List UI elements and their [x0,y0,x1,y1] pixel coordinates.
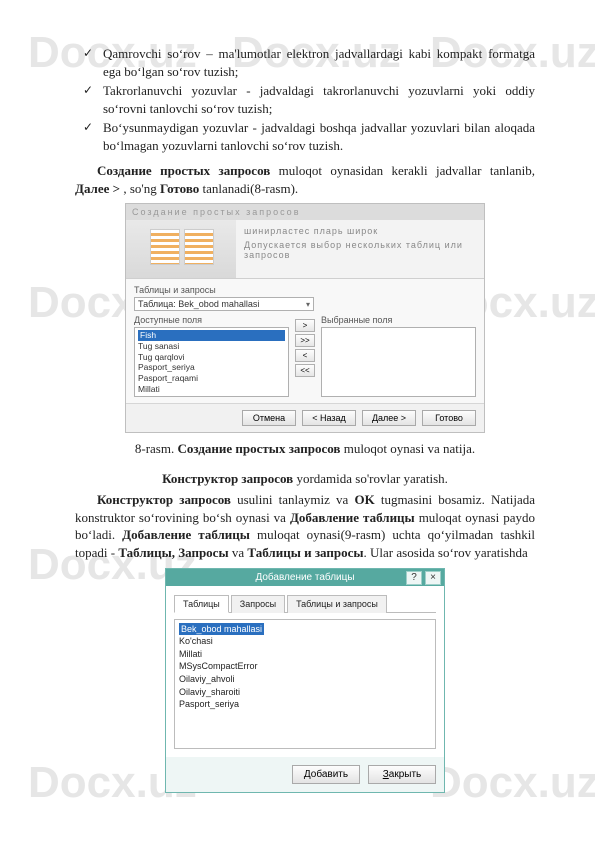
list-item[interactable]: Bek_obod mahallasi [179,623,264,636]
list-item[interactable]: Pasport_raqami [138,373,285,384]
finish-button[interactable]: Готово [422,410,476,426]
dialog-title: Создание простых запросов [126,204,484,220]
bold-text: Создание простых запросов [177,441,340,456]
add-table-dialog: Добавление таблицы ? × Таблицы Запросы Т… [165,568,445,793]
text: usulini tanlaymiz va [231,492,354,507]
tab-both[interactable]: Таблицы и запросы [287,595,387,613]
bold-text: Конструктор запросов [162,471,293,486]
dialog-titlebar: Добавление таблицы ? × [166,569,444,586]
wizard-dialog: Создание простых запросов шинирластес пл… [125,203,485,433]
text: Д [304,769,311,780]
section-heading: Конструктор запросов yordamida so'rovlar… [75,471,535,487]
next-button[interactable]: Далее > [362,410,416,426]
list-item[interactable]: Millati [138,384,285,395]
text: muloqot oynasidan kerakli jadvallar tanl… [270,163,535,178]
dialog-body: Таблицы Запросы Таблицы и запросы Bek_ob… [166,586,444,757]
move-buttons: > >> < << [295,319,315,377]
bold-text: Создание простых запросов [97,163,270,178]
selected-fields-list[interactable] [321,327,476,397]
bullet-item: Bo‘ysunmaydigan yozuvlar - jadvaldagi bo… [75,119,535,154]
tab-tables[interactable]: Таблицы [174,595,229,613]
figure-8-caption: 8-rasm. Создание простых запросов muloqo… [75,441,535,457]
dialog-title: Добавление таблицы [255,572,354,583]
bold-text: Готово [160,181,199,196]
text: va [229,545,248,560]
list-item[interactable]: MSysCompactError [179,660,431,673]
text: muloqot oynasi va natija. [340,441,475,456]
chevron-down-icon: ▾ [306,300,310,309]
bullet-item: Takrorlanuvchi yozuvlar - jadvaldagi tak… [75,82,535,117]
list-item[interactable]: Tug qarqlovi [138,352,285,363]
bullet-list: Qamrovchi so‘rov – ma'lumotlar elektron … [75,45,535,154]
cancel-button[interactable]: Отмена [242,410,296,426]
help-button[interactable]: ? [406,571,422,585]
paragraph-2: Конструктор запросов usulini tanlaymiz v… [75,491,535,561]
tables-list[interactable]: Bek_obod mahallasi Ko'chasi Millati MSys… [174,619,436,749]
close-dialog-button[interactable]: Закрыть [368,765,436,784]
back-button[interactable]: < Назад [302,410,356,426]
list-item[interactable]: Ko'chasi [179,635,431,648]
list-item[interactable]: Oilaviy_sharoiti [179,686,431,699]
list-item[interactable]: Fish [138,330,285,341]
move-right-button[interactable]: > [295,319,315,332]
text: tanlanadi(8-rasm). [199,181,298,196]
text: 8-rasm. [135,441,178,456]
add-button[interactable]: Добавить [292,765,360,784]
bold-text: Далее > [75,181,120,196]
dialog-buttons: Добавить Закрыть [166,757,444,792]
bold-text: OK [354,492,374,507]
bold-text: Таблицы и запросы [247,545,363,560]
field-label: Таблицы и запросы [134,285,476,295]
tables-dropdown[interactable]: Таблица: Bek_obod mahallasi ▾ [134,297,314,311]
list-item[interactable]: Oilaviy_ahvoli [179,673,431,686]
bold-text: Добавление таблицы [122,527,250,542]
wizard-art [126,220,236,278]
text: обавить [311,769,348,780]
wizard-buttons: Отмена < Назад Далее > Готово [126,403,484,432]
paragraph-1: Создание простых запросов muloqot oynasi… [75,162,535,197]
dialog-tabs: Таблицы Запросы Таблицы и запросы [174,594,436,613]
tab-queries[interactable]: Запросы [231,595,285,613]
bold-text: Конструктор запросов [97,492,231,507]
text: Допускается выбор нескольких таблиц или … [244,240,476,260]
text: акрыть [389,769,421,780]
list-item[interactable]: Pasport_seriya [138,362,285,373]
bullet-item: Qamrovchi so‘rov – ma'lumotlar elektron … [75,45,535,80]
text: . Ular asosida so‘rov yaratishda [364,545,528,560]
page-content: Qamrovchi so‘rov – ma'lumotlar elektron … [0,0,595,833]
bold-text: Таблицы, Запросы [118,545,228,560]
wizard-header-text: шинирластес пларь широк Допускается выбо… [236,220,484,278]
move-all-right-button[interactable]: >> [295,334,315,347]
field-label: Выбранные поля [321,315,476,325]
text: шинирластес пларь широк [244,226,476,236]
close-button[interactable]: × [425,571,441,585]
text: , so'ng [120,181,160,196]
text: yordamida so'rovlar yaratish. [293,471,448,486]
list-item[interactable]: Kasbi [138,394,285,397]
wizard-header: шинирластес пларь широк Допускается выбо… [126,220,484,279]
bold-text: Добавление таблицы [290,510,415,525]
move-all-left-button[interactable]: << [295,364,315,377]
field-label: Доступные поля [134,315,289,325]
list-item[interactable]: Millati [179,648,431,661]
move-left-button[interactable]: < [295,349,315,362]
dropdown-value: Таблица: Bek_obod mahallasi [138,299,259,309]
list-item[interactable]: Pasport_seriya [179,698,431,711]
list-item[interactable]: Tug sanasi [138,341,285,352]
wizard-body: Таблицы и запросы Таблица: Bek_obod maha… [126,279,484,403]
available-fields-list[interactable]: Fish Tug sanasi Tug qarqlovi Pasport_ser… [134,327,289,397]
